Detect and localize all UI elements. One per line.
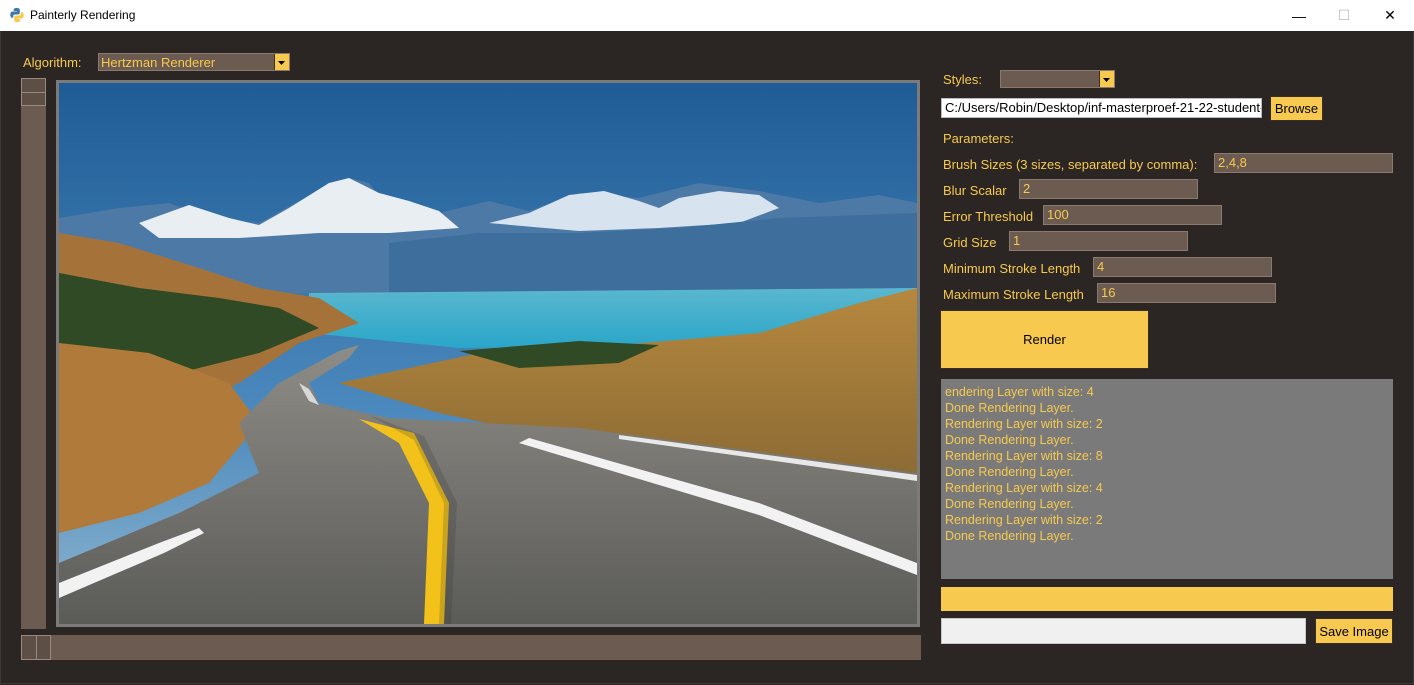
log-line: endering Layer with size: 4: [945, 385, 1094, 399]
log-line: Rendering Layer with size: 8: [945, 449, 1103, 463]
algorithm-selected: Hertzman Renderer: [101, 55, 216, 70]
blur-scalar-input[interactable]: 2: [1019, 179, 1198, 199]
max-stroke-length-input[interactable]: 16: [1097, 283, 1276, 303]
log-line: Rendering Layer with size: 2: [945, 513, 1103, 527]
grid-size-label: Grid Size: [943, 235, 997, 250]
styles-label: Styles:: [943, 72, 983, 87]
save-image-button[interactable]: Save Image: [1315, 618, 1393, 644]
title-bar: Painterly Rendering — ☐ ✕: [0, 0, 1414, 31]
parameters-heading: Parameters:: [943, 131, 1014, 146]
style-file-path-input[interactable]: C:/Users/Robin/Desktop/inf-masterproef-2…: [941, 98, 1262, 118]
chevron-down-icon: [274, 54, 289, 70]
render-button[interactable]: Render: [940, 310, 1149, 369]
algorithm-label: Algorithm:: [23, 55, 82, 70]
log-line: Done Rendering Layer.: [945, 465, 1074, 479]
styles-dropdown[interactable]: [1000, 70, 1115, 88]
log-line: Done Rendering Layer.: [945, 497, 1074, 511]
blur-scalar-label: Blur Scalar: [943, 183, 1007, 198]
close-button[interactable]: ✕: [1367, 0, 1413, 31]
vertical-scroll-thumb[interactable]: [21, 78, 46, 106]
chevron-down-icon: [1099, 71, 1114, 87]
minimize-icon: —: [1292, 7, 1306, 24]
python-app-icon: [10, 8, 24, 22]
browse-button[interactable]: Browse: [1270, 96, 1323, 121]
max-stroke-length-label: Maximum Stroke Length: [943, 287, 1084, 302]
horizontal-scroll-thumb[interactable]: [21, 635, 51, 660]
horizontal-scrollbar[interactable]: [21, 635, 921, 660]
min-stroke-length-input[interactable]: 4: [1093, 257, 1272, 277]
brush-sizes-input[interactable]: 2,4,8: [1214, 153, 1393, 173]
maximize-icon: ☐: [1337, 7, 1351, 23]
error-threshold-input[interactable]: 100: [1043, 205, 1222, 225]
log-line: Done Rendering Layer.: [945, 433, 1074, 447]
save-path-input[interactable]: [941, 618, 1306, 644]
progress-bar: [941, 587, 1393, 611]
image-canvas: [56, 80, 920, 627]
log-line: Done Rendering Layer.: [945, 401, 1074, 415]
painted-landscape-image: [59, 83, 917, 624]
log-output: endering Layer with size: 4 Done Renderi…: [941, 379, 1393, 579]
vertical-scrollbar[interactable]: [21, 78, 46, 629]
log-line: Rendering Layer with size: 4: [945, 481, 1103, 495]
algorithm-dropdown[interactable]: Hertzman Renderer: [98, 53, 290, 71]
log-line: Done Rendering Layer.: [945, 529, 1074, 543]
min-stroke-length-label: Minimum Stroke Length: [943, 261, 1081, 276]
close-icon: ✕: [1384, 7, 1396, 23]
minimize-button[interactable]: —: [1276, 0, 1322, 31]
maximize-button[interactable]: ☐: [1321, 0, 1367, 31]
window-title: Painterly Rendering: [30, 8, 136, 22]
log-line: Rendering Layer with size: 2: [945, 417, 1103, 431]
grid-size-input[interactable]: 1: [1009, 231, 1188, 251]
brush-sizes-label: Brush Sizes (3 sizes, separated by comma…: [943, 157, 1198, 172]
error-threshold-label: Error Threshold: [943, 209, 1034, 224]
